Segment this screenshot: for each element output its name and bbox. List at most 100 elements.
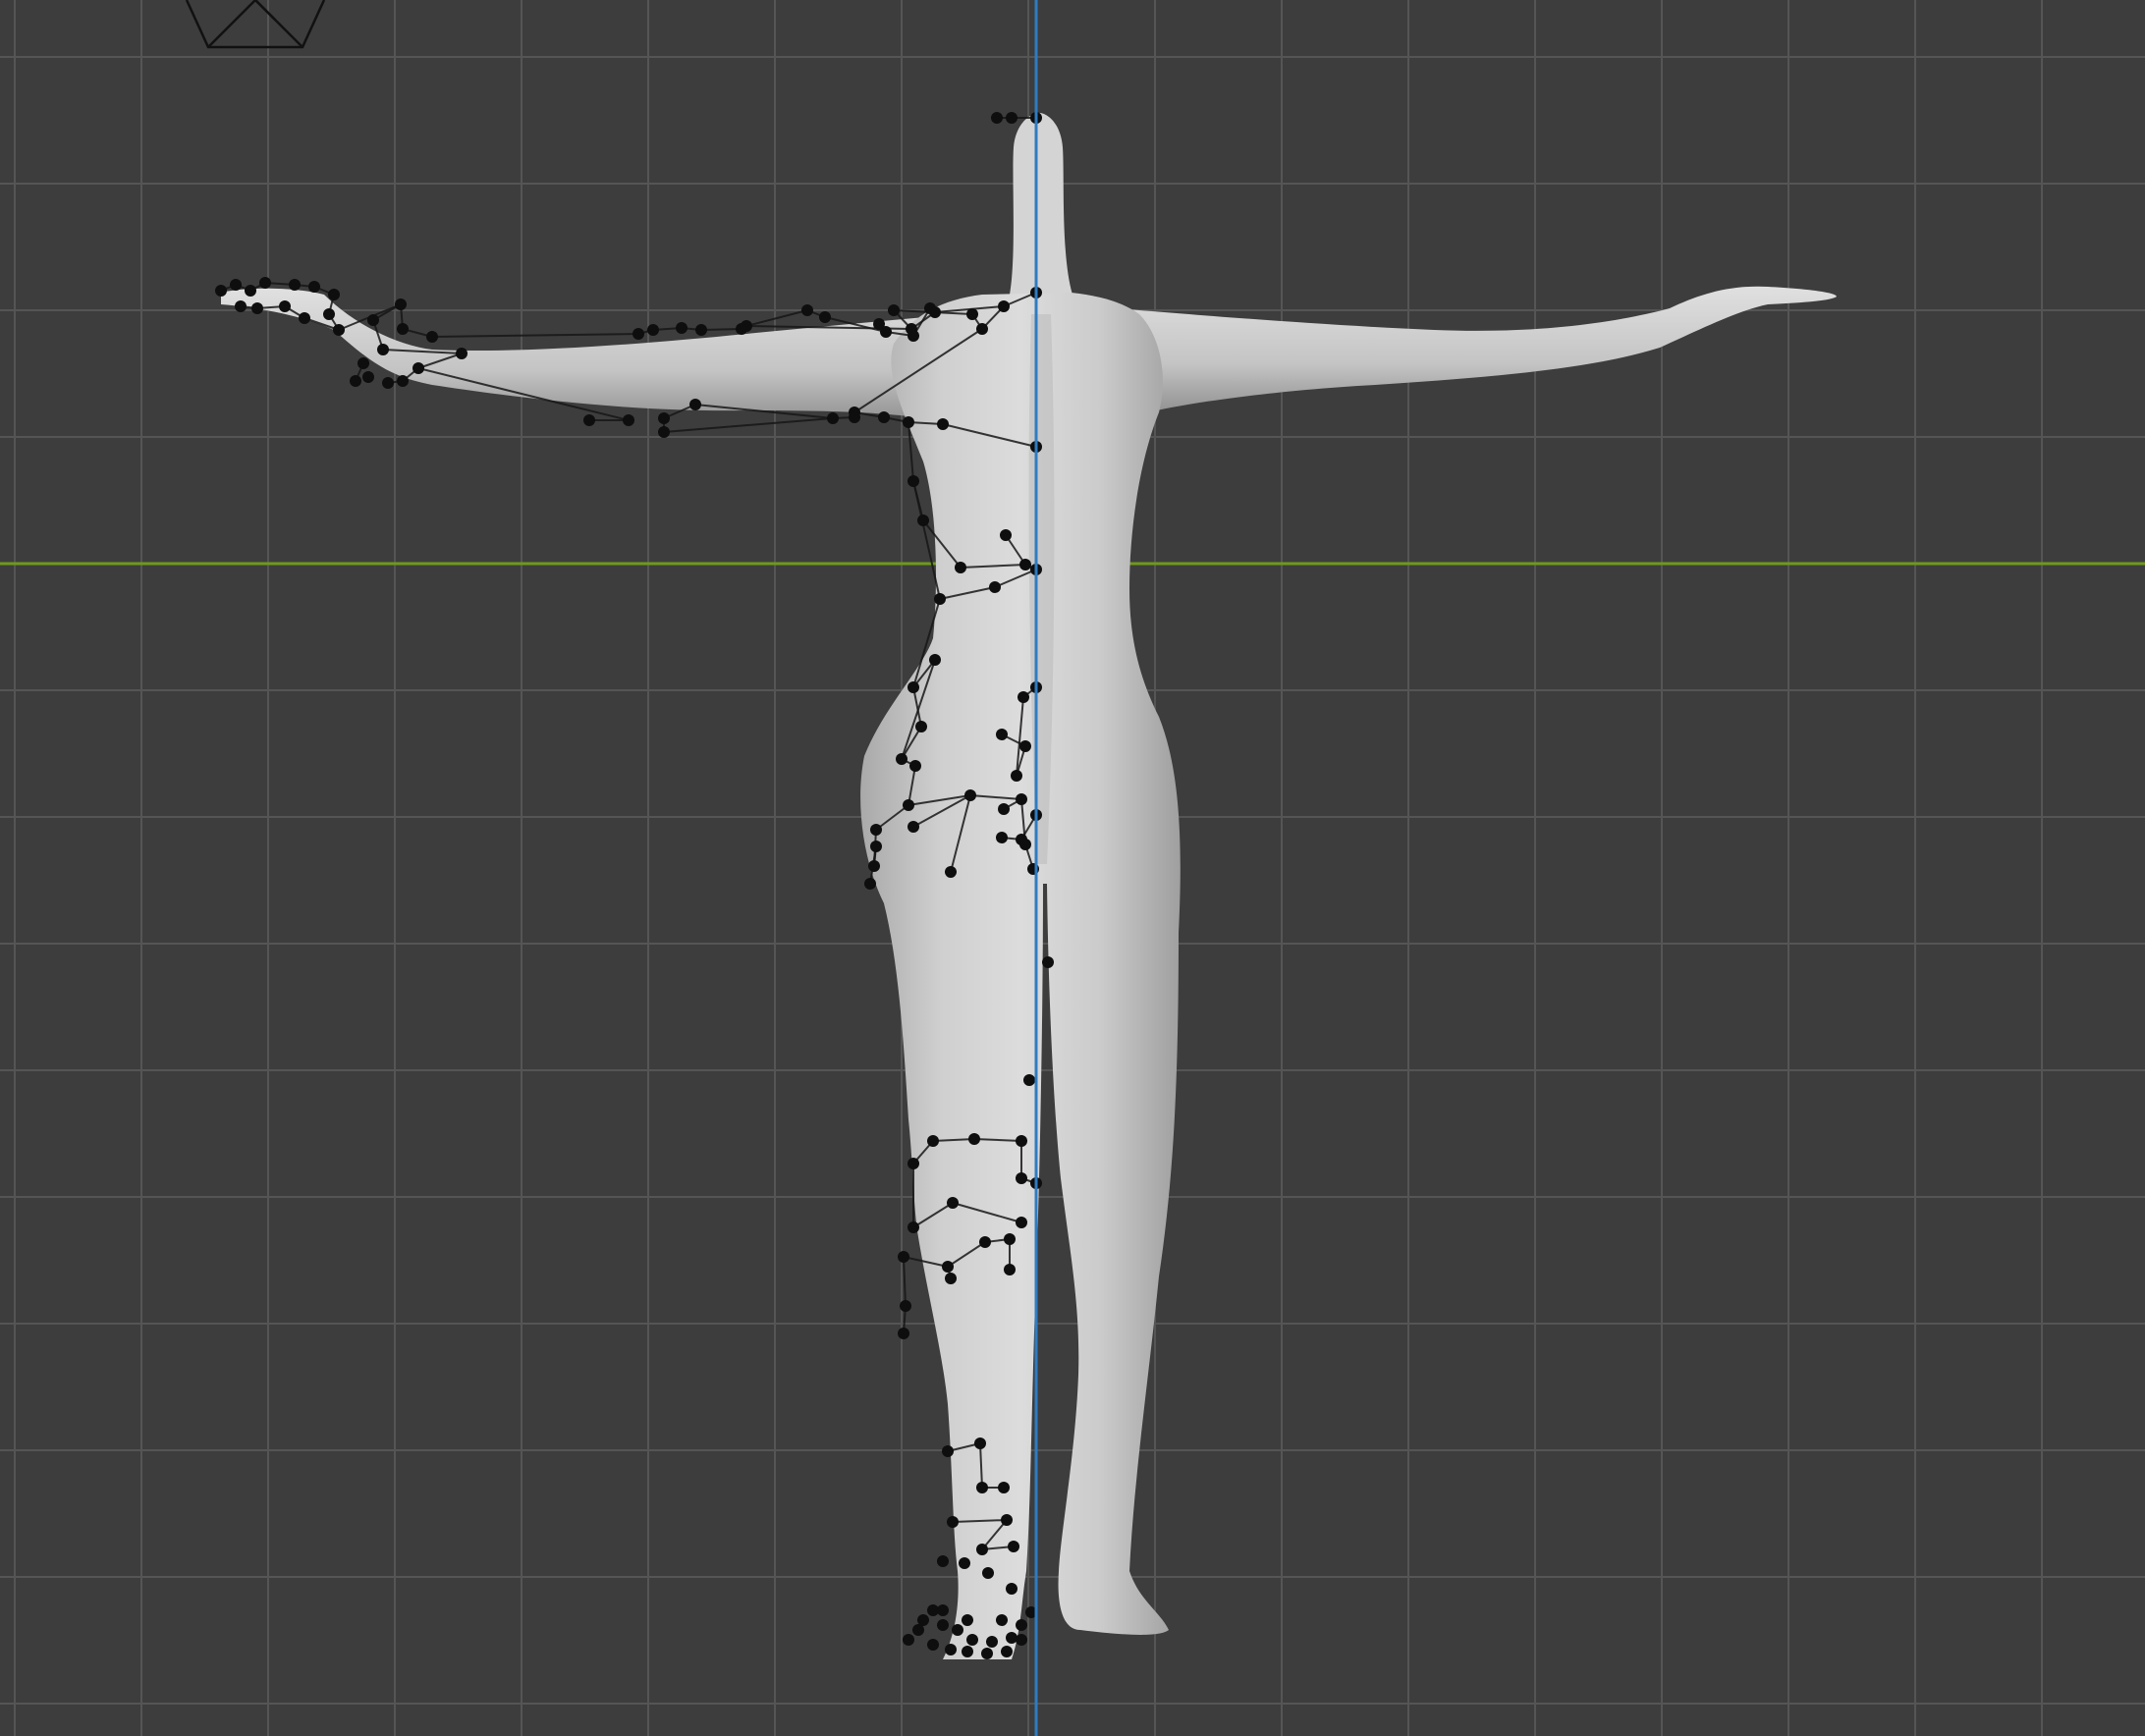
- mesh-vertex[interactable]: [942, 1445, 954, 1457]
- mesh-vertex[interactable]: [991, 112, 1003, 124]
- mesh-vertex[interactable]: [903, 1634, 914, 1646]
- mesh-vertex[interactable]: [864, 878, 876, 890]
- mesh-vertex[interactable]: [1016, 1217, 1027, 1228]
- mesh-vertex[interactable]: [323, 308, 335, 320]
- mesh-vertex[interactable]: [1016, 1619, 1027, 1631]
- mesh-vertex[interactable]: [996, 729, 1008, 740]
- mesh-vertex[interactable]: [367, 314, 379, 326]
- mesh-vertex[interactable]: [979, 1236, 991, 1248]
- mesh-vertex[interactable]: [937, 418, 949, 430]
- mesh-vertex[interactable]: [927, 1639, 939, 1651]
- mesh-vertex[interactable]: [801, 304, 813, 316]
- mesh-vertex[interactable]: [908, 681, 919, 693]
- mesh-vertex[interactable]: [976, 323, 988, 335]
- mesh-vertex[interactable]: [966, 1634, 978, 1646]
- mesh-vertex[interactable]: [1011, 770, 1022, 782]
- mesh-vertex[interactable]: [903, 416, 914, 428]
- mesh-vertex[interactable]: [251, 302, 263, 314]
- mesh-vertex[interactable]: [289, 279, 301, 291]
- mesh-vertex[interactable]: [964, 789, 976, 801]
- mesh-vertex[interactable]: [412, 362, 424, 374]
- mesh-vertex[interactable]: [982, 1567, 994, 1579]
- mesh-vertex[interactable]: [676, 322, 688, 334]
- mesh-vertex[interactable]: [903, 799, 914, 811]
- mesh-vertex[interactable]: [896, 753, 908, 765]
- mesh-vertex[interactable]: [937, 1619, 949, 1631]
- mesh-vertex[interactable]: [1001, 1646, 1013, 1657]
- mesh-vertex[interactable]: [989, 581, 1001, 593]
- camera-icon[interactable]: [185, 0, 326, 49]
- mesh-vertex[interactable]: [1018, 691, 1029, 703]
- mesh-vertex[interactable]: [397, 323, 409, 335]
- mesh-vertex[interactable]: [924, 302, 936, 314]
- mesh-vertex[interactable]: [945, 1273, 957, 1284]
- mesh-vertex[interactable]: [966, 308, 978, 320]
- mesh-vertex[interactable]: [908, 475, 919, 487]
- mesh-vertex[interactable]: [927, 1135, 939, 1147]
- mesh-vertex[interactable]: [976, 1482, 988, 1493]
- mesh-vertex[interactable]: [382, 377, 394, 389]
- mesh-vertex[interactable]: [915, 721, 927, 732]
- mesh-vertex[interactable]: [945, 866, 957, 878]
- mesh-vertex[interactable]: [658, 412, 670, 424]
- mesh-vertex[interactable]: [908, 330, 919, 342]
- viewport-canvas[interactable]: [0, 0, 2145, 1736]
- mesh-vertex[interactable]: [929, 654, 941, 666]
- mesh-vertex[interactable]: [299, 312, 310, 324]
- mesh-vertex[interactable]: [998, 300, 1010, 312]
- mesh-vertex[interactable]: [962, 1614, 973, 1626]
- mesh-vertex[interactable]: [358, 357, 369, 369]
- mesh-vertex[interactable]: [934, 593, 946, 605]
- mesh-vertex[interactable]: [1004, 1233, 1016, 1245]
- mesh-vertex[interactable]: [245, 285, 256, 297]
- mesh-vertex[interactable]: [1023, 1074, 1035, 1086]
- mesh-vertex[interactable]: [870, 824, 882, 836]
- mesh-vertex[interactable]: [945, 1644, 957, 1655]
- mesh-vertex[interactable]: [1016, 1172, 1027, 1184]
- mesh-vertex[interactable]: [819, 311, 831, 323]
- mesh-vertex[interactable]: [741, 320, 752, 332]
- mesh-vertex[interactable]: [947, 1197, 959, 1209]
- mesh-vertex[interactable]: [868, 860, 880, 872]
- mesh-vertex[interactable]: [827, 412, 839, 424]
- mesh-vertex[interactable]: [1006, 112, 1018, 124]
- mesh-vertex[interactable]: [279, 300, 291, 312]
- mesh-vertex[interactable]: [909, 760, 921, 772]
- mesh-vertex[interactable]: [870, 841, 882, 852]
- mesh-vertex[interactable]: [1008, 1541, 1019, 1552]
- mesh-vertex[interactable]: [898, 1251, 909, 1263]
- mesh-vertex[interactable]: [908, 821, 919, 833]
- mesh-vertex[interactable]: [1000, 529, 1012, 541]
- mesh-vertex[interactable]: [426, 331, 438, 343]
- mesh-vertex[interactable]: [849, 411, 860, 423]
- mesh-vertex[interactable]: [658, 426, 670, 438]
- mesh-vertex[interactable]: [1019, 740, 1031, 752]
- mesh-vertex[interactable]: [974, 1438, 986, 1449]
- mesh-vertex[interactable]: [880, 326, 892, 338]
- mesh-vertex[interactable]: [996, 832, 1008, 843]
- mesh-vertex[interactable]: [878, 411, 890, 423]
- mesh-vertex[interactable]: [623, 414, 634, 426]
- mesh-vertex[interactable]: [695, 324, 707, 336]
- mesh-vertex[interactable]: [215, 285, 227, 297]
- mesh-vertex[interactable]: [1016, 834, 1027, 845]
- mesh-vertex[interactable]: [1004, 1264, 1016, 1275]
- mesh-vertex[interactable]: [981, 1648, 993, 1659]
- mesh-vertex[interactable]: [362, 371, 374, 383]
- mesh-vertex[interactable]: [235, 300, 247, 312]
- mesh-vertex[interactable]: [986, 1636, 998, 1648]
- mesh-vertex[interactable]: [1001, 1514, 1013, 1526]
- mesh-vertex[interactable]: [937, 1604, 949, 1616]
- mesh-vertex[interactable]: [908, 1158, 919, 1169]
- mesh-vertex[interactable]: [350, 375, 361, 387]
- mesh-vertex[interactable]: [908, 1221, 919, 1233]
- mesh-vertex[interactable]: [998, 1482, 1010, 1493]
- mesh-vertex[interactable]: [583, 414, 595, 426]
- mesh-vertex[interactable]: [937, 1555, 949, 1567]
- mesh-vertex[interactable]: [947, 1516, 959, 1528]
- mesh-vertex[interactable]: [230, 279, 242, 291]
- mesh-vertex[interactable]: [1016, 793, 1027, 805]
- mesh-vertex[interactable]: [962, 1646, 973, 1657]
- mesh-vertex[interactable]: [395, 298, 407, 310]
- mesh-vertex[interactable]: [1019, 559, 1031, 570]
